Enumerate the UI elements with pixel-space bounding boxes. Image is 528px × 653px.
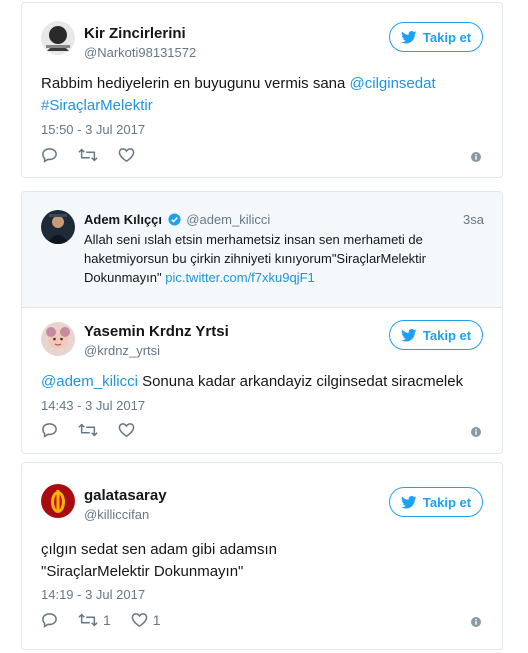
tweet-text-line2: "SiraçlarMelektir Dokunmayın" xyxy=(41,563,244,580)
quoted-time[interactable]: 3sa xyxy=(463,212,484,227)
reply-icon xyxy=(42,613,57,628)
quoted-name-text: Adem Kılıççı xyxy=(84,212,163,227)
timestamp[interactable]: 14:43 - 3 Jul 2017 xyxy=(41,398,145,413)
reply-icon xyxy=(42,423,57,438)
quoted-pic-link[interactable]: pic.twitter.com/f7xku9qjF1 xyxy=(165,270,315,285)
tweet-text-plain: Rabbim hediyelerin en buyugunu vermis sa… xyxy=(41,75,350,92)
tweet-actions: 1 1 xyxy=(41,612,181,628)
retweet-icon xyxy=(78,613,98,627)
reply-button[interactable] xyxy=(41,147,58,163)
user-handle[interactable]: @Narkoti98131572 xyxy=(84,45,196,60)
info-icon[interactable] xyxy=(471,617,481,627)
tweet-card-3: galatasaray @killiccifan Takip et çılgın… xyxy=(21,462,503,650)
user-name[interactable]: Kir Zincirlerini xyxy=(84,25,186,42)
tweet-card-1: Kir Zincirlerini @Narkoti98131572 Takip … xyxy=(21,2,503,178)
timestamp[interactable]: 15:50 - 3 Jul 2017 xyxy=(41,122,145,137)
like-button[interactable]: 1 xyxy=(131,612,161,628)
like-button[interactable] xyxy=(118,422,135,438)
like-icon xyxy=(118,148,135,163)
user-name[interactable]: Yasemin Krdnz Yrtsi xyxy=(84,323,229,340)
twitter-bird-icon xyxy=(401,328,417,341)
hashtag-link[interactable]: #SiraçlarMelektir xyxy=(41,97,153,114)
retweet-button[interactable] xyxy=(78,147,98,163)
like-icon xyxy=(118,423,135,438)
retweet-button[interactable] xyxy=(78,422,98,438)
info-icon[interactable] xyxy=(471,152,481,162)
quoted-avatar[interactable] xyxy=(41,210,75,244)
tweet-text: çılgın sedat sen adam gibi adamsın "Sira… xyxy=(41,539,483,583)
user-handle[interactable]: @krdnz_yrtsi xyxy=(84,343,160,358)
like-icon xyxy=(131,613,148,628)
tweet-actions xyxy=(41,147,155,163)
twitter-bird-icon xyxy=(401,495,417,508)
quoted-text: Allah seni ıslah etsin merhametsiz insan… xyxy=(84,230,472,287)
tweet-actions xyxy=(41,422,155,438)
avatar[interactable] xyxy=(41,322,75,356)
reply-button[interactable] xyxy=(41,422,58,438)
avatar[interactable] xyxy=(41,21,75,55)
reply-button[interactable] xyxy=(41,612,58,628)
user-handle[interactable]: @killiccifan xyxy=(84,507,149,522)
quoted-user-name[interactable]: Adem Kılıççı @adem_kilicci xyxy=(84,212,270,227)
twitter-bird-icon xyxy=(401,30,417,43)
retweet-icon xyxy=(78,148,98,162)
mention-link[interactable]: @adem_kilicci xyxy=(41,373,138,390)
retweet-button[interactable]: 1 xyxy=(78,612,111,628)
like-button[interactable] xyxy=(118,147,135,163)
user-name[interactable]: galatasaray xyxy=(84,487,167,504)
tweet-card-2: Adem Kılıççı @adem_kilicci 3sa Allah sen… xyxy=(21,191,503,454)
follow-label: Takip et xyxy=(422,494,472,510)
follow-button[interactable]: Takip et xyxy=(389,320,483,350)
tweet-text: Rabbim hediyelerin en buyugunu vermis sa… xyxy=(41,73,483,117)
avatar[interactable] xyxy=(41,484,75,518)
retweet-icon xyxy=(78,423,98,437)
follow-label: Takip et xyxy=(422,29,472,45)
retweet-count: 1 xyxy=(103,612,111,628)
tweet-text-line1: çılgın sedat sen adam gibi adamsın xyxy=(41,541,277,558)
tweet-text: @adem_kilicci Sonuna kadar arkandayiz ci… xyxy=(41,371,483,393)
follow-label: Takip et xyxy=(422,327,472,343)
mention-link[interactable]: @cilginsedat xyxy=(350,75,436,92)
timestamp[interactable]: 14:19 - 3 Jul 2017 xyxy=(41,587,145,602)
like-count: 1 xyxy=(152,612,161,628)
verified-badge-icon xyxy=(168,213,181,226)
info-icon[interactable] xyxy=(471,427,481,437)
follow-button[interactable]: Takip et xyxy=(389,22,483,52)
quoted-handle: @adem_kilicci xyxy=(186,212,271,227)
follow-button[interactable]: Takip et xyxy=(389,487,483,517)
reply-icon xyxy=(42,148,57,163)
tweet-text-plain: Sonuna kadar arkandayiz cilginsedat sira… xyxy=(137,373,464,390)
quoted-tweet[interactable]: Adem Kılıççı @adem_kilicci 3sa Allah sen… xyxy=(22,192,502,308)
